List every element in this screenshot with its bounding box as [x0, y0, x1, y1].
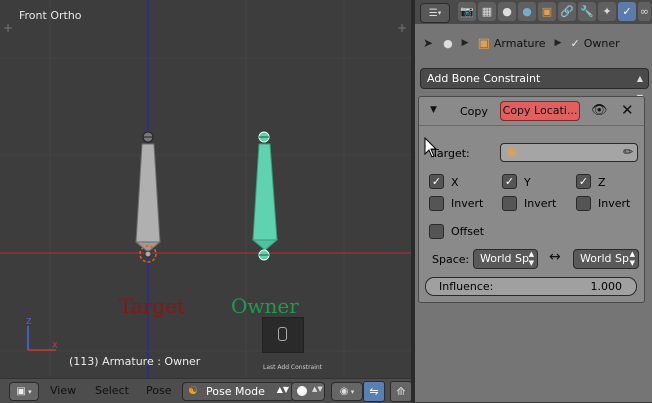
- influence-label: Influence:: [439, 280, 494, 293]
- viewport-shading-button[interactable]: ▲▼: [291, 382, 325, 401]
- breadcrumb-bone: Owner: [583, 36, 620, 50]
- mode-dropdown[interactable]: ☯ Pose Mode ▲▼: [182, 382, 294, 401]
- cube-icon: ▣: [16, 386, 26, 397]
- space-arrow-icon: ↔: [549, 249, 561, 265]
- corner-plus-icon[interactable]: +: [397, 22, 407, 34]
- breadcrumb: ➤ ● ▶ ▣ Armature ▶ ✓ Owner: [423, 34, 620, 52]
- axis-gizmo: Z X: [26, 317, 58, 351]
- breadcrumb-armature: Armature: [493, 36, 546, 50]
- editor-type-button[interactable]: ☰ ▾: [420, 3, 450, 23]
- bone-data-icon: ✓: [570, 36, 580, 50]
- constraint-panel: ▼ Copy Copy Locati... 👁 ✕ Target: ▣ ✏ ✓ …: [418, 96, 645, 303]
- corner-plus-icon[interactable]: +: [3, 22, 13, 34]
- scene-icon[interactable]: ●: [498, 2, 516, 21]
- influence-slider[interactable]: Influence: 1.000: [425, 277, 637, 296]
- dropdown-arrow-icon: ▲▼: [528, 250, 534, 267]
- owner-label: Owner: [231, 294, 299, 318]
- owner-bone: [251, 131, 279, 261]
- eyedropper-icon[interactable]: ✏: [623, 145, 633, 159]
- target-label: Target: [119, 294, 185, 318]
- constraint-header: ▼ Copy Copy Locati... 👁 ✕: [419, 97, 644, 126]
- svg-text:Z: Z: [26, 317, 32, 326]
- invert-y-label: Invert: [524, 197, 557, 210]
- 3d-viewport[interactable]: Z X + + Front Ortho Target Owner Last Ad…: [0, 0, 411, 378]
- world-icon[interactable]: ●: [518, 2, 536, 21]
- constraint-name-field[interactable]: Copy Locati...: [500, 101, 580, 121]
- target-bone: [134, 131, 162, 263]
- shortcut-hint-text: Last Add Constraint: [263, 364, 323, 371]
- invert-x-label: Invert: [451, 197, 484, 210]
- bone-constraints-icon[interactable]: ∞: [638, 2, 651, 21]
- modifiers-icon[interactable]: 🔧: [578, 2, 596, 21]
- eye-icon[interactable]: 👁: [591, 103, 608, 118]
- space-label: Space:: [432, 253, 470, 266]
- breadcrumb-separator-icon: ▶: [554, 38, 562, 48]
- influence-value: 1.000: [590, 280, 623, 293]
- properties-icon: ☰: [428, 7, 438, 19]
- view-menu[interactable]: View: [50, 384, 76, 397]
- add-bone-constraint-dropdown[interactable]: Add Bone Constraint ▲▼: [420, 68, 649, 102]
- axis-icon: ⟰: [396, 385, 406, 398]
- pose-icon: ☯: [188, 384, 198, 397]
- invert-z-label: Invert: [598, 197, 631, 210]
- close-icon[interactable]: ✕: [621, 101, 634, 119]
- properties-editor: ☰ ▾ 📷 ▦ ● ● ▣ 🔗 🔧 ✦ ✓ ∞ ➤ ● ▶ ▣ Armature…: [415, 0, 652, 402]
- dropdown-arrow-icon: ▲▼: [629, 250, 635, 267]
- z-label: Z: [598, 176, 606, 189]
- render-icon[interactable]: 📷: [458, 2, 476, 21]
- constraints-icon[interactable]: 🔗: [558, 2, 576, 21]
- target-space-dropdown[interactable]: World Sp ▲ ▼: [573, 249, 639, 269]
- viewport-grid: [0, 0, 411, 378]
- svg-text:X: X: [52, 341, 58, 350]
- offset-checkbox[interactable]: [429, 224, 444, 239]
- x-label: X: [451, 176, 459, 189]
- bone-icon[interactable]: ✓: [618, 2, 636, 21]
- view-title: Front Ortho: [19, 9, 82, 22]
- pose-menu[interactable]: Pose: [146, 384, 171, 397]
- viewport-header: ▣ ▾ View Select Pose ☯ Pose Mode ▲▼ ▲▼ ◉…: [0, 378, 412, 403]
- owner-space-dropdown[interactable]: World Sp ▲ ▼: [473, 249, 538, 269]
- dropdown-arrow-icon: ▲▼: [276, 385, 289, 394]
- mouse-icon: [278, 327, 287, 341]
- manipulator-icon: ⇋: [369, 385, 379, 398]
- status-text: (113) Armature : Owner: [69, 355, 201, 368]
- pivot-point-button[interactable]: ◉ ▾: [331, 382, 363, 401]
- invert-x-checkbox[interactable]: [429, 196, 444, 211]
- invert-z-checkbox[interactable]: [576, 196, 591, 211]
- offset-label: Offset: [451, 225, 485, 238]
- x-checkbox[interactable]: ✓: [429, 174, 444, 189]
- manipulator-toggle[interactable]: ⇋: [363, 381, 385, 402]
- y-checkbox[interactable]: ✓: [502, 174, 517, 189]
- select-menu[interactable]: Select: [95, 384, 129, 397]
- shortcut-hint: [262, 317, 304, 353]
- transform-manipulator-button[interactable]: ⟰: [390, 381, 412, 402]
- data-icon[interactable]: ✦: [598, 2, 616, 21]
- collapse-arrow-icon[interactable]: ▼: [430, 105, 437, 115]
- constraint-type: Copy: [460, 105, 488, 118]
- pin-icon[interactable]: ➤: [423, 36, 433, 50]
- viewport-canvas: Z X: [0, 0, 411, 378]
- mouse-cursor-icon: [424, 137, 438, 158]
- properties-header: ☰ ▾ 📷 ▦ ● ● ▣ 🔗 🔧 ✦ ✓ ∞: [415, 0, 652, 24]
- invert-y-checkbox[interactable]: [502, 196, 517, 211]
- target-field[interactable]: ▣ ✏: [500, 143, 638, 162]
- y-label: Y: [524, 176, 531, 189]
- breadcrumb-separator-icon: ▶: [461, 38, 469, 48]
- z-checkbox[interactable]: ✓: [576, 174, 591, 189]
- object-icon: ▣: [506, 145, 518, 159]
- solid-sphere-icon: [297, 386, 307, 396]
- object-icon[interactable]: ▣: [538, 2, 556, 21]
- render-layers-icon[interactable]: ▦: [478, 2, 496, 21]
- editor-type-button[interactable]: ▣ ▾: [9, 382, 39, 401]
- armature-icon: ▣: [477, 35, 490, 51]
- scene-data-icon: ●: [443, 36, 453, 50]
